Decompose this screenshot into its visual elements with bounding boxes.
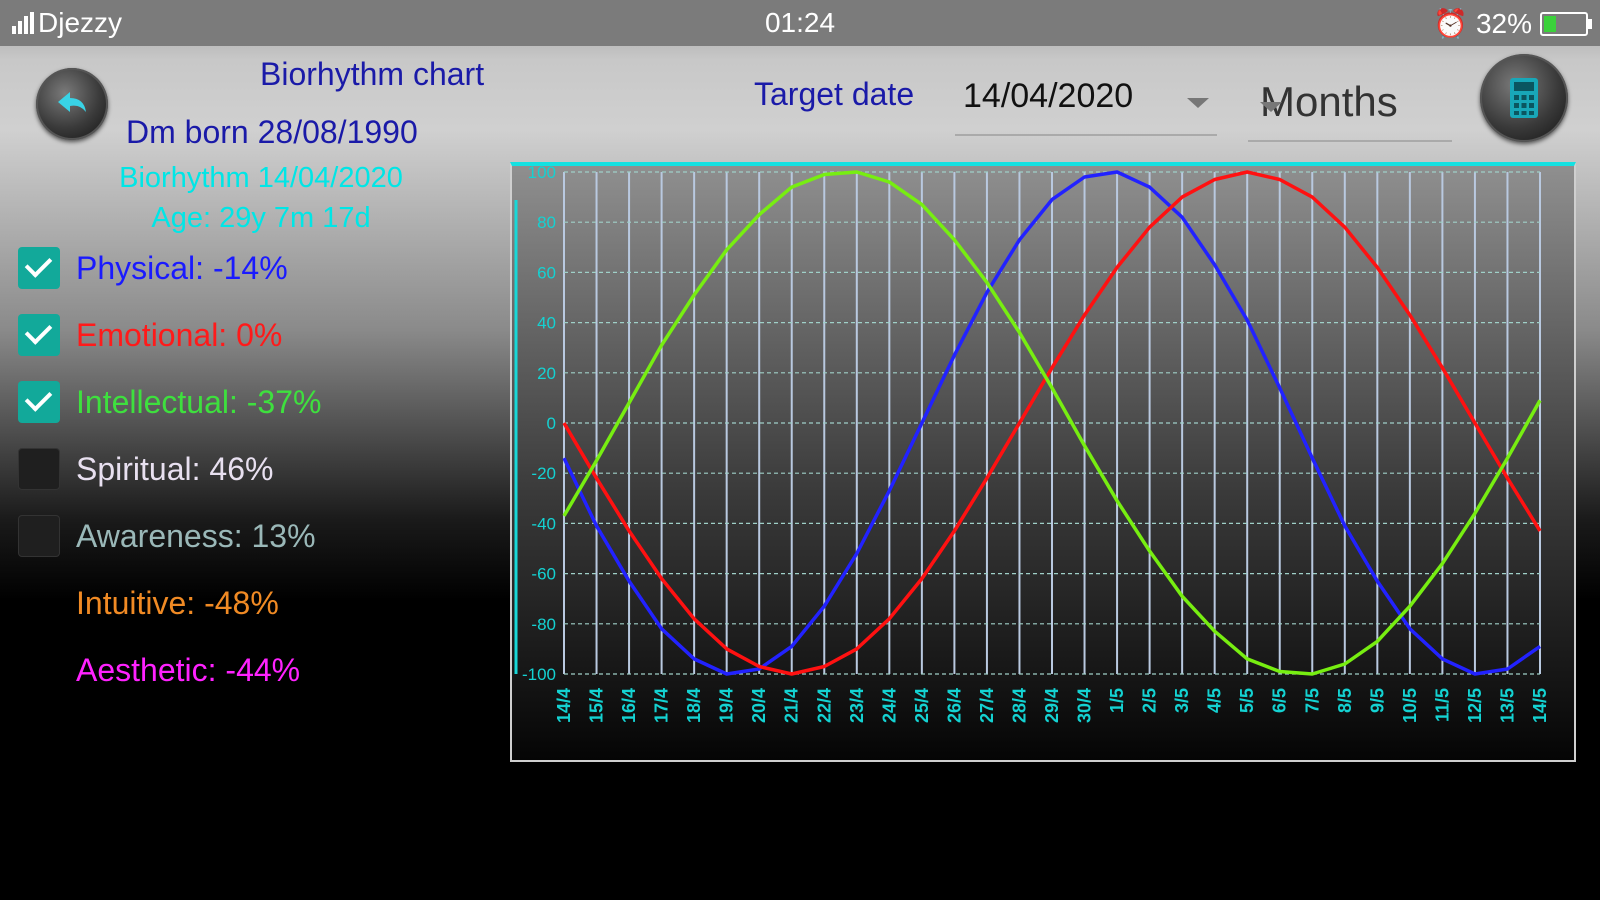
back-arrow-icon — [58, 92, 86, 112]
calculator-icon — [1510, 78, 1538, 118]
target-date-field[interactable] — [955, 72, 1217, 136]
x-tick-label: 22/4 — [814, 688, 834, 723]
legend-label: Physical: -14% — [76, 249, 288, 286]
x-tick-label: 27/4 — [977, 688, 997, 723]
legend-label: Spiritual: 46% — [76, 450, 274, 487]
checkbox[interactable] — [18, 448, 60, 490]
x-tick-label: 17/4 — [652, 688, 672, 723]
legend-label: Intuitive: -48% — [76, 584, 279, 621]
legend-item-intellectual[interactable]: Intellectual: -37% — [18, 380, 478, 424]
checkbox[interactable] — [18, 247, 60, 289]
x-tick-label: 14/5 — [1530, 688, 1550, 723]
clock: 01:24 — [764, 7, 836, 38]
range-select[interactable]: Months — [1248, 74, 1452, 142]
battery-fill — [1544, 15, 1557, 32]
x-tick-label: 30/4 — [1075, 688, 1095, 723]
y-tick-label: 80 — [537, 213, 556, 232]
checkbox[interactable] — [18, 381, 60, 423]
battery-percent: 32% — [1475, 7, 1532, 39]
y-tick-label: -80 — [531, 615, 556, 634]
x-tick-label: 6/5 — [1270, 688, 1290, 713]
x-tick-label: 25/4 — [912, 688, 932, 723]
legend-label: Awareness: 13% — [76, 517, 316, 554]
x-tick-label: 1/5 — [1107, 688, 1127, 713]
back-button[interactable] — [36, 68, 108, 140]
x-tick-label: 13/5 — [1497, 688, 1517, 723]
x-tick-label: 10/5 — [1400, 688, 1420, 723]
y-tick-label: -60 — [531, 565, 556, 584]
x-tick-label: 14/4 — [554, 688, 574, 723]
y-tick-label: -40 — [531, 514, 556, 533]
biorhythm-chart[interactable]: 100 80 60 40 20 0 -20 -40 -60 -80 -100 14/4 15/4 16/4… — [510, 162, 1576, 762]
chevron-down-icon[interactable] — [1260, 102, 1282, 112]
target-date-input[interactable] — [961, 76, 1185, 117]
target-date-label: Target date — [754, 76, 915, 112]
checkbox[interactable] — [18, 515, 60, 557]
x-tick-label: 21/4 — [782, 688, 802, 723]
alarm-icon: ⏰ — [1433, 8, 1468, 39]
biorhythm-date: Biorhythm 14/04/2020 — [119, 162, 403, 194]
x-tick-label: 24/4 — [879, 688, 899, 723]
y-tick-label: 0 — [547, 414, 556, 433]
x-tick-label: 28/4 — [1009, 688, 1029, 723]
x-tick-label: 2/5 — [1140, 688, 1160, 713]
x-tick-label: 15/4 — [587, 688, 607, 723]
y-tick-label: 100 — [528, 166, 556, 182]
legend-item-physical[interactable]: Physical: -14% — [18, 246, 478, 290]
y-tick-label: -100 — [522, 665, 556, 684]
x-tick-label: 26/4 — [944, 688, 964, 723]
legend-item-intuitive[interactable]: Intuitive: -48% — [18, 581, 478, 625]
chart-svg: 100 80 60 40 20 0 -20 -40 -60 -80 -100 14/4 15/4 16/4… — [512, 166, 1574, 760]
legend-item-aesthetic[interactable]: Aesthetic: -44% — [18, 648, 478, 692]
y-tick-label: 20 — [537, 364, 556, 383]
checkbox[interactable] — [18, 314, 60, 356]
x-tick-label: 5/5 — [1237, 688, 1257, 713]
x-tick-label: 7/5 — [1302, 688, 1322, 713]
x-tick-label: 18/4 — [684, 688, 704, 723]
legend-label: Aesthetic: -44% — [76, 651, 301, 688]
x-tick-label: 16/4 — [619, 688, 639, 723]
chevron-down-icon[interactable] — [1187, 98, 1209, 108]
x-tick-label: 11/5 — [1432, 688, 1452, 722]
y-tick-label: -20 — [531, 464, 556, 483]
x-tick-label: 9/5 — [1367, 688, 1387, 713]
x-tick-label: 23/4 — [847, 688, 867, 723]
status-bar: Djezzy 01:24 ⏰ 32% — [0, 0, 1600, 46]
x-tick-label: 29/4 — [1042, 688, 1062, 723]
chart-background — [512, 166, 1574, 760]
calculator-button[interactable] — [1480, 54, 1568, 142]
x-tick-label: 4/5 — [1205, 688, 1225, 713]
legend-item-emotional[interactable]: Emotional: 0% — [18, 313, 478, 357]
y-tick-label: 40 — [537, 314, 556, 333]
x-tick-label: 3/5 — [1172, 688, 1192, 713]
x-tick-label: 12/5 — [1465, 688, 1485, 723]
x-tick-label: 20/4 — [749, 688, 769, 723]
x-tick-label: 8/5 — [1335, 688, 1355, 713]
page-title: Biorhythm chart — [260, 56, 485, 92]
legend-label: Intellectual: -37% — [76, 383, 322, 420]
legend-item-awareness[interactable]: Awareness: 13% — [18, 514, 478, 558]
y-tick-label: 60 — [537, 263, 556, 282]
battery-icon — [1540, 11, 1592, 36]
legend-label: Emotional: 0% — [76, 316, 283, 353]
birth-info: Dm born 28/08/1990 — [126, 114, 418, 150]
age-text: Age: 29y 7m 17d — [151, 202, 371, 234]
status-right: ⏰ 32% — [1433, 7, 1592, 40]
x-tick-label: 19/4 — [717, 688, 737, 723]
legend-item-spiritual[interactable]: Spiritual: 46% — [18, 447, 478, 491]
